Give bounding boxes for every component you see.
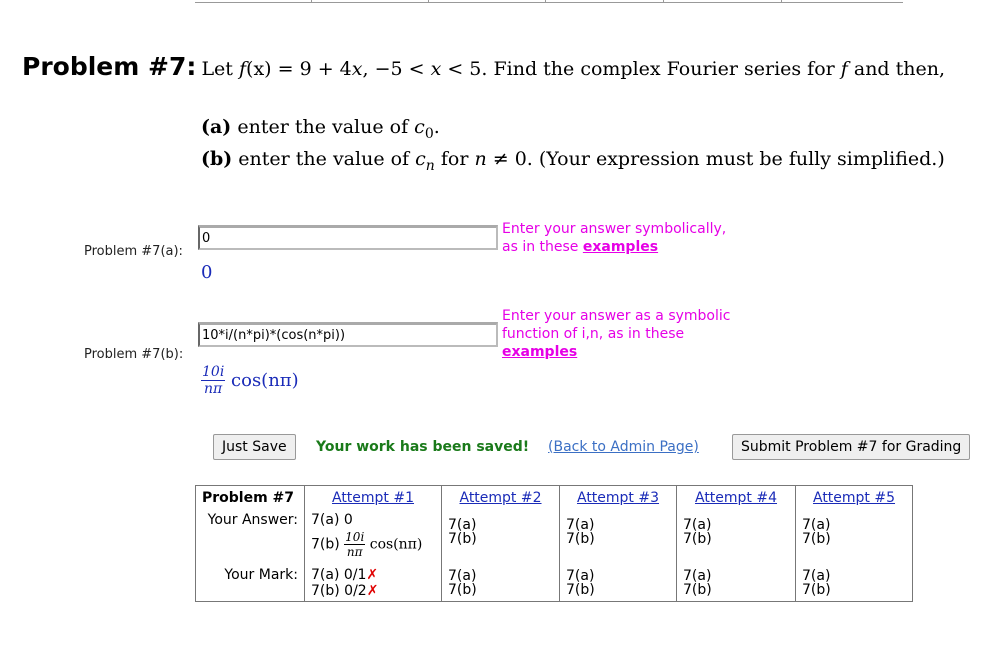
attempts-header-label: Problem #7 [195, 485, 305, 510]
attempt-2-mark: 7(a) 7(b) [441, 561, 560, 602]
answer-a-preview: 0 [201, 262, 213, 283]
saved-message: Your work has been saved! [316, 439, 530, 455]
part-a-instruction: (a) enter the value of c0. [201, 116, 440, 142]
answer-b-hint: Enter your answer as a symbolic function… [502, 308, 731, 360]
attempt-5-answer: 7(a) 7(b) [795, 510, 913, 561]
previous-table-border [195, 0, 903, 3]
examples-link-b[interactable]: examples [502, 344, 577, 360]
wrong-mark-icon: ✗ [366, 567, 379, 583]
answer-b-label: Problem #7(b): [84, 347, 184, 362]
attempt-2-answer: 7(a) 7(b) [441, 510, 560, 561]
attempt-3-mark: 7(a) 7(b) [559, 561, 677, 602]
answer-a-hint: Enter your answer symbolically, as in th… [502, 221, 727, 255]
back-to-admin-link[interactable]: (Back to Admin Page) [548, 439, 699, 455]
problem-text: Let f(x) = 9 + 4x, −5 < x < 5. Find the … [201, 58, 946, 80]
answer-a-input[interactable] [198, 225, 498, 250]
answer-b-preview: 10i nπ cos(nπ) [201, 364, 299, 397]
attempt-5-link[interactable]: Attempt #5 [813, 490, 895, 506]
attempt-5-mark: 7(a) 7(b) [795, 561, 913, 602]
your-mark-label: Your Mark: [195, 561, 305, 602]
attempts-header-row: Problem #7 Attempt #1 Attempt #2 Attempt… [195, 485, 913, 510]
attempt-4-answer: 7(a) 7(b) [676, 510, 796, 561]
just-save-button[interactable]: Just Save [213, 434, 296, 460]
wrong-mark-icon: ✗ [366, 583, 379, 599]
problem-label: Problem #7: [22, 52, 197, 81]
attempt-1-link[interactable]: Attempt #1 [332, 490, 414, 506]
your-answer-row: Your Answer: 7(a) 0 7(b) 10i nπ cos(nπ) 7… [195, 510, 913, 561]
answer-a-label: Problem #7(a): [84, 244, 183, 259]
attempt-4-link[interactable]: Attempt #4 [695, 490, 777, 506]
your-mark-row: Your Mark: 7(a) 0/1✗ 7(b) 0/2✗ 7(a) 7(b) … [195, 561, 913, 602]
part-b-instruction: (b) enter the value of cn for n ≠ 0. (Yo… [201, 148, 945, 174]
answer-b-input[interactable] [198, 322, 498, 347]
attempt-1-mark: 7(a) 0/1✗ 7(b) 0/2✗ [304, 561, 442, 602]
attempt-2-link[interactable]: Attempt #2 [459, 490, 541, 506]
attempt-3-answer: 7(a) 7(b) [559, 510, 677, 561]
submit-grading-button[interactable]: Submit Problem #7 for Grading [732, 434, 971, 460]
examples-link-a[interactable]: examples [583, 239, 658, 255]
attempt-1-answer: 7(a) 0 7(b) 10i nπ cos(nπ) [304, 510, 442, 561]
attempt-3-link[interactable]: Attempt #3 [577, 490, 659, 506]
your-answer-label: Your Answer: [195, 510, 305, 561]
attempt-4-mark: 7(a) 7(b) [676, 561, 796, 602]
attempts-table: Problem #7 Attempt #1 Attempt #2 Attempt… [195, 485, 913, 602]
problem-statement: Problem #7: Let f(x) = 9 + 4x, −5 < x < … [22, 52, 945, 81]
